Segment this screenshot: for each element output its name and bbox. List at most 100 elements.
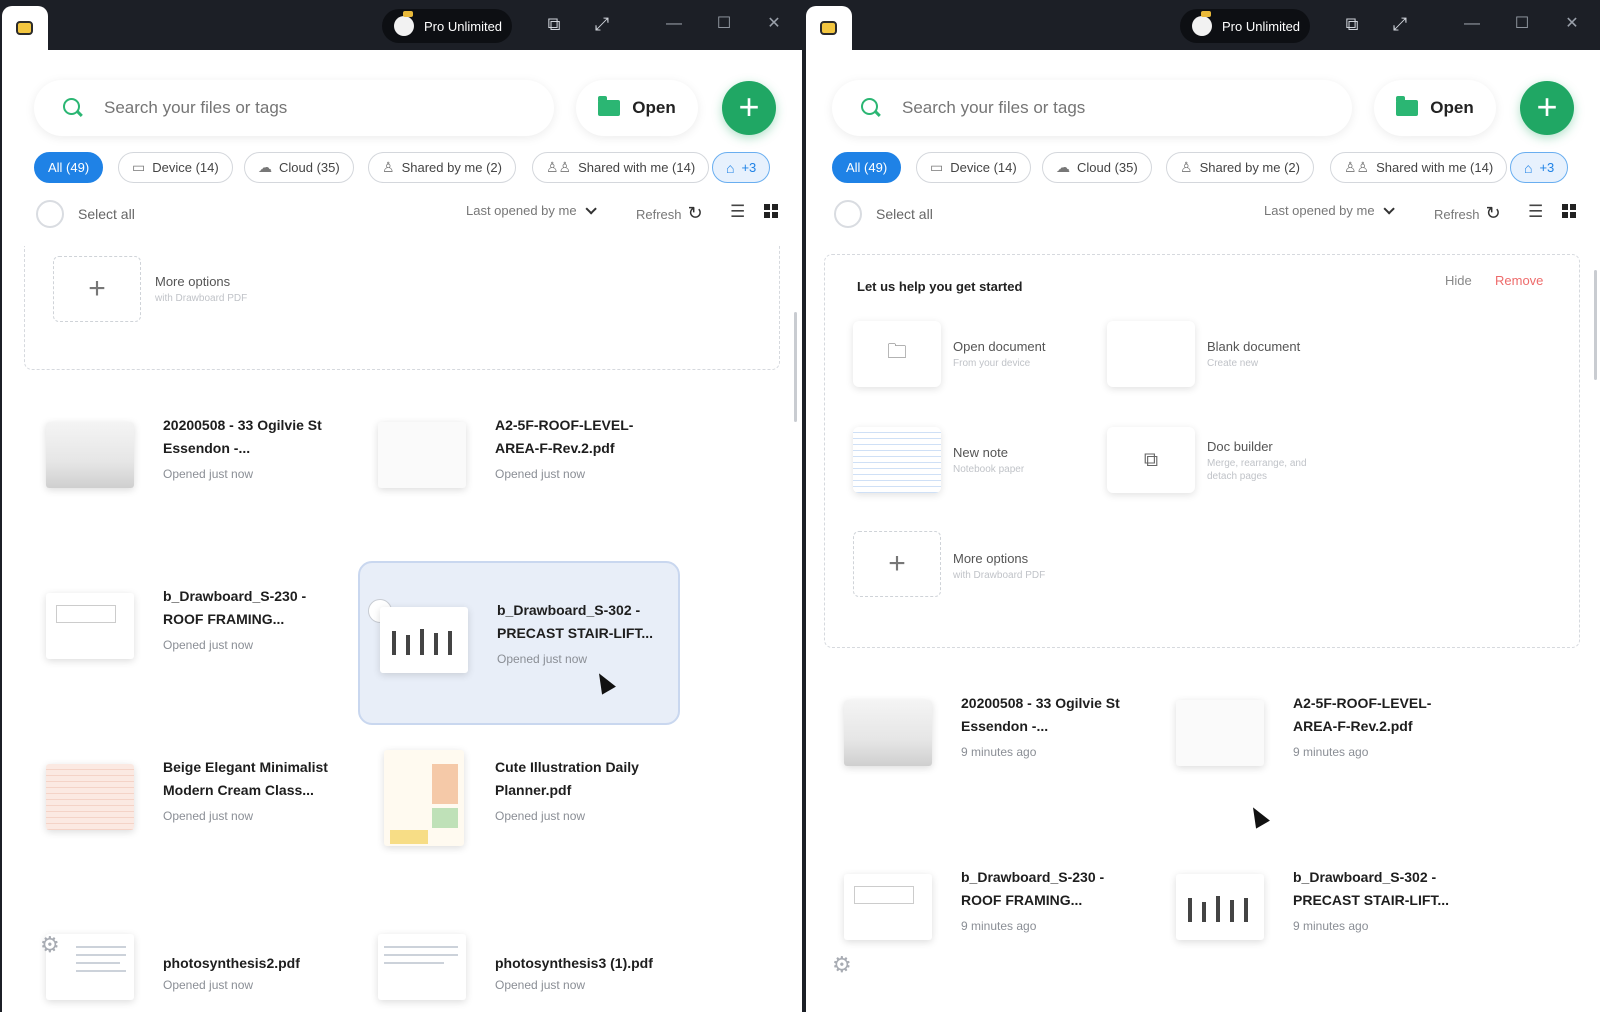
file-meta: Opened just now — [163, 809, 254, 823]
filter-shared-with-me[interactable]: ♙♙ Shared with me (14) — [1330, 152, 1508, 183]
close-icon[interactable]: ✕ — [762, 12, 786, 36]
pro-unlimited-badge[interactable]: Pro Unlimited — [382, 9, 512, 43]
search-input[interactable] — [902, 98, 1262, 118]
file-name: photosynthesis3 (1).pdf — [495, 955, 653, 971]
more-options-subtitle: with Drawboard PDF — [953, 570, 1046, 581]
file-card-selected[interactable]: b_Drawboard_S-302 - PRECAST STAIR-LIFT..… — [358, 561, 680, 725]
filter-all[interactable]: All (49) — [832, 152, 902, 183]
select-all-checkbox[interactable] — [834, 200, 862, 228]
file-card[interactable]: b_Drawboard_S-230 - ROOF FRAMING... Open… — [26, 563, 336, 713]
user-icon: ♙ — [382, 159, 395, 175]
file-card[interactable]: photosynthesis2.pdf Opened just now — [26, 912, 336, 1012]
refresh-button[interactable]: Refresh ↻ — [1434, 203, 1501, 224]
filter-shared-with-me[interactable]: ♙♙ Shared with me (14) — [532, 152, 710, 183]
new-note-title: New note — [953, 445, 1008, 460]
filter-device[interactable]: ▭ Device (14) — [916, 152, 1031, 183]
open-button[interactable]: Open — [1374, 80, 1496, 136]
filter-shared-by-me[interactable]: ♙ Shared by me (2) — [368, 152, 516, 183]
refresh-icon: ↻ — [687, 203, 703, 223]
user-icon: ♙ — [1180, 159, 1193, 175]
list-view-icon[interactable]: ☰ — [1528, 202, 1543, 222]
app-tab[interactable] — [806, 6, 852, 50]
users-icon: ♙♙ — [1344, 159, 1370, 175]
search-box[interactable] — [34, 80, 554, 136]
plus-icon: + — [88, 272, 106, 305]
file-name: 20200508 - 33 Ogilvie St Essendon -... — [961, 695, 1120, 734]
tag-icon: ⌂ — [1524, 159, 1533, 176]
folder-outline-icon: 🗀 — [887, 341, 907, 363]
filter-shared-by-me[interactable]: ♙ Shared by me (2) — [1166, 152, 1314, 183]
sort-dropdown[interactable]: Last opened by me — [466, 203, 597, 218]
doc-builder-tile[interactable]: ⧉ — [1107, 427, 1195, 493]
file-thumbnail — [46, 593, 134, 659]
blank-document-tile[interactable] — [1107, 321, 1195, 387]
file-thumbnail — [378, 934, 466, 1000]
thumbnail-drawing — [56, 605, 116, 623]
filter-tags[interactable]: ⌂ +3 — [1510, 152, 1569, 183]
search-box[interactable] — [832, 80, 1352, 136]
filter-device[interactable]: ▭ Device (14) — [118, 152, 233, 183]
file-card[interactable]: 20200508 - 33 Ogilvie St Essendon -... O… — [26, 392, 336, 542]
minimize-icon[interactable]: — — [1460, 12, 1484, 36]
file-card[interactable]: b_Drawboard_S-230 - ROOF FRAMING... 9 mi… — [824, 844, 1134, 994]
file-name: b_Drawboard_S-302 - PRECAST STAIR-LIFT..… — [1293, 869, 1450, 908]
refresh-icon: ↻ — [1485, 203, 1501, 223]
cloud-icon: ☁ — [1056, 159, 1070, 175]
new-window-icon[interactable]: ⧉ — [542, 12, 566, 36]
thumbnail-drawing — [432, 764, 458, 804]
minimize-icon[interactable]: — — [662, 12, 686, 36]
settings-gear-icon[interactable]: ⚙ — [832, 952, 852, 978]
list-toolbar: Select all Last opened by me Refresh ↻ ☰ — [2, 198, 802, 230]
file-card[interactable]: Cute Illustration Daily Planner.pdf Open… — [358, 734, 668, 884]
list-view-icon[interactable]: ☰ — [730, 202, 745, 222]
file-thumbnail — [46, 422, 134, 488]
new-note-tile[interactable] — [853, 427, 941, 493]
select-all-checkbox[interactable] — [36, 200, 64, 228]
file-thumbnail — [1176, 874, 1264, 940]
add-button[interactable]: + — [722, 81, 776, 135]
file-card[interactable]: b_Drawboard_S-302 - PRECAST STAIR-LIFT..… — [1156, 844, 1466, 994]
filter-tags[interactable]: ⌂ +3 — [712, 152, 771, 183]
expand-icon[interactable]: ⤢ — [1388, 12, 1412, 36]
close-icon[interactable]: ✕ — [1560, 12, 1584, 36]
filter-cloud[interactable]: ☁ Cloud (35) — [1042, 152, 1152, 183]
filter-all[interactable]: All (49) — [34, 152, 104, 183]
scrollbar[interactable] — [794, 312, 797, 422]
file-card[interactable]: A2-5F-ROOF-LEVEL-AREA-F-Rev.2.pdf Opened… — [358, 392, 668, 542]
maximize-icon[interactable]: ☐ — [712, 12, 736, 36]
settings-gear-icon[interactable]: ⚙ — [40, 932, 60, 958]
grid-view-icon[interactable] — [764, 204, 778, 218]
app-tab[interactable] — [2, 6, 48, 50]
file-card[interactable]: photosynthesis3 (1).pdf Opened just now — [358, 912, 668, 1012]
file-meta: Opened just now — [163, 638, 254, 652]
open-button[interactable]: Open — [576, 80, 698, 136]
more-options-tile[interactable]: + — [853, 531, 941, 597]
remove-link[interactable]: Remove — [1495, 273, 1543, 288]
title-bar: Pro Unlimited ⧉ ⤢ — ☐ ✕ — [806, 0, 1600, 50]
maximize-icon[interactable]: ☐ — [1510, 12, 1534, 36]
right-window: Pro Unlimited ⧉ ⤢ — ☐ ✕ Open + All (49) … — [806, 0, 1600, 1012]
refresh-button[interactable]: Refresh ↻ — [636, 203, 703, 224]
grid-view-icon[interactable] — [1562, 204, 1576, 218]
open-document-tile[interactable]: 🗀 — [853, 321, 941, 387]
scrollbar[interactable] — [1594, 270, 1597, 380]
file-meta: Opened just now — [495, 809, 586, 823]
hide-link[interactable]: Hide — [1445, 273, 1472, 288]
crown-icon — [394, 11, 414, 36]
sort-dropdown[interactable]: Last opened by me — [1264, 203, 1395, 218]
tag-icon: ⌂ — [726, 159, 735, 176]
new-window-icon[interactable]: ⧉ — [1340, 12, 1364, 36]
open-document-title: Open document — [953, 339, 1046, 354]
getting-started-panel: + More options with Drawboard PDF — [24, 246, 780, 370]
search-input[interactable] — [104, 98, 464, 118]
file-card[interactable]: Beige Elegant Minimalist Modern Cream Cl… — [26, 734, 336, 884]
filter-cloud[interactable]: ☁ Cloud (35) — [244, 152, 354, 183]
expand-icon[interactable]: ⤢ — [590, 12, 614, 36]
add-button[interactable]: + — [1520, 81, 1574, 135]
more-options-subtitle: with Drawboard PDF — [155, 293, 248, 304]
pro-unlimited-badge[interactable]: Pro Unlimited — [1180, 9, 1310, 43]
file-card[interactable]: A2-5F-ROOF-LEVEL-AREA-F-Rev.2.pdf 9 minu… — [1156, 670, 1466, 820]
new-note-subtitle: Notebook paper — [953, 464, 1025, 475]
more-options-tile[interactable]: + — [53, 256, 141, 322]
file-card[interactable]: 20200508 - 33 Ogilvie St Essendon -... 9… — [824, 670, 1134, 820]
